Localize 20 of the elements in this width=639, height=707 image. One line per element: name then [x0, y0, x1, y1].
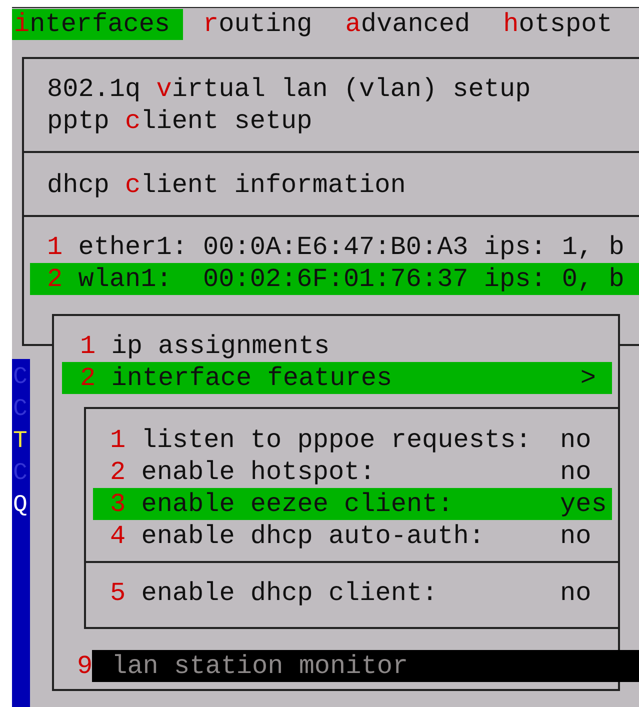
menu-item[interactable]: dhcp client information: [30, 169, 639, 201]
menu-item[interactable]: 2 interface features >: [62, 362, 612, 394]
menu-item[interactable]: 1 ip assignments: [62, 330, 612, 362]
menu-tab[interactable]: interfaces: [12, 9, 184, 40]
menu-number: 9: [77, 650, 92, 682]
menu-item[interactable]: 4 enable dhcp auto-auth: no: [93, 520, 612, 552]
menu-item[interactable]: 802.1q virtual lan (vlan) setup: [30, 73, 639, 105]
menu-item[interactable]: 2 enable hotspot: no: [93, 456, 612, 488]
menu-tab[interactable]: hotspot: [501, 9, 626, 40]
menu-item[interactable]: 5 enable dhcp client: no: [93, 577, 612, 609]
menu-item[interactable]: 1 listen to pppoe requests: no: [93, 424, 612, 456]
menu-item[interactable]: lan station monitor: [92, 650, 639, 682]
menu-item[interactable]: 3 enable eezee client: yes: [93, 488, 612, 520]
menu-tab[interactable]: routing: [201, 9, 326, 40]
menu-item[interactable]: 1 ether1: 00:0A:E6:47:B0:A3 ips: 1, b: [30, 231, 639, 263]
side-label: Q: [12, 491, 28, 521]
side-label: T: [12, 427, 28, 457]
menu-item[interactable]: pptp client setup: [30, 105, 639, 137]
menu-tab[interactable]: advanced: [343, 9, 484, 40]
menu-item[interactable]: 2 wlan1: 00:02:6F:01:76:37 ips: 0, b: [30, 263, 639, 295]
